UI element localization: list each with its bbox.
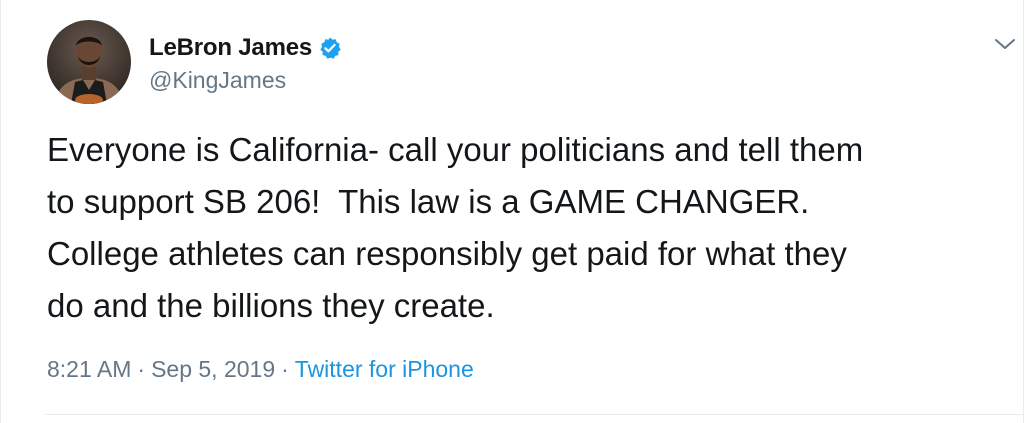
- divider: [45, 414, 1023, 415]
- avatar[interactable]: [47, 20, 131, 104]
- display-name-row[interactable]: LeBron James: [149, 31, 342, 65]
- display-name[interactable]: LeBron James: [149, 34, 312, 62]
- profile-avatar-image: [47, 20, 131, 104]
- tweet-time[interactable]: 8:21 AM: [47, 356, 131, 382]
- chevron-down-icon[interactable]: [991, 34, 1019, 54]
- tweet-header: LeBron James @KingJames: [47, 18, 342, 106]
- tweet-card: LeBron James @KingJames Everyone is Cali…: [0, 0, 1024, 423]
- tweet-source-link[interactable]: Twitter for iPhone: [295, 356, 474, 382]
- handle[interactable]: @KingJames: [149, 67, 342, 94]
- meta-separator: ·: [281, 356, 289, 382]
- meta-separator: ·: [137, 356, 146, 382]
- author-names: LeBron James @KingJames: [149, 31, 342, 94]
- tweet-meta: 8:21 AM · Sep 5, 2019 · Twitter for iPhone: [47, 356, 474, 383]
- tweet-date[interactable]: Sep 5, 2019: [151, 356, 275, 382]
- verified-badge-icon: [318, 36, 342, 60]
- tweet-text: Everyone is California- call your politi…: [47, 131, 864, 324]
